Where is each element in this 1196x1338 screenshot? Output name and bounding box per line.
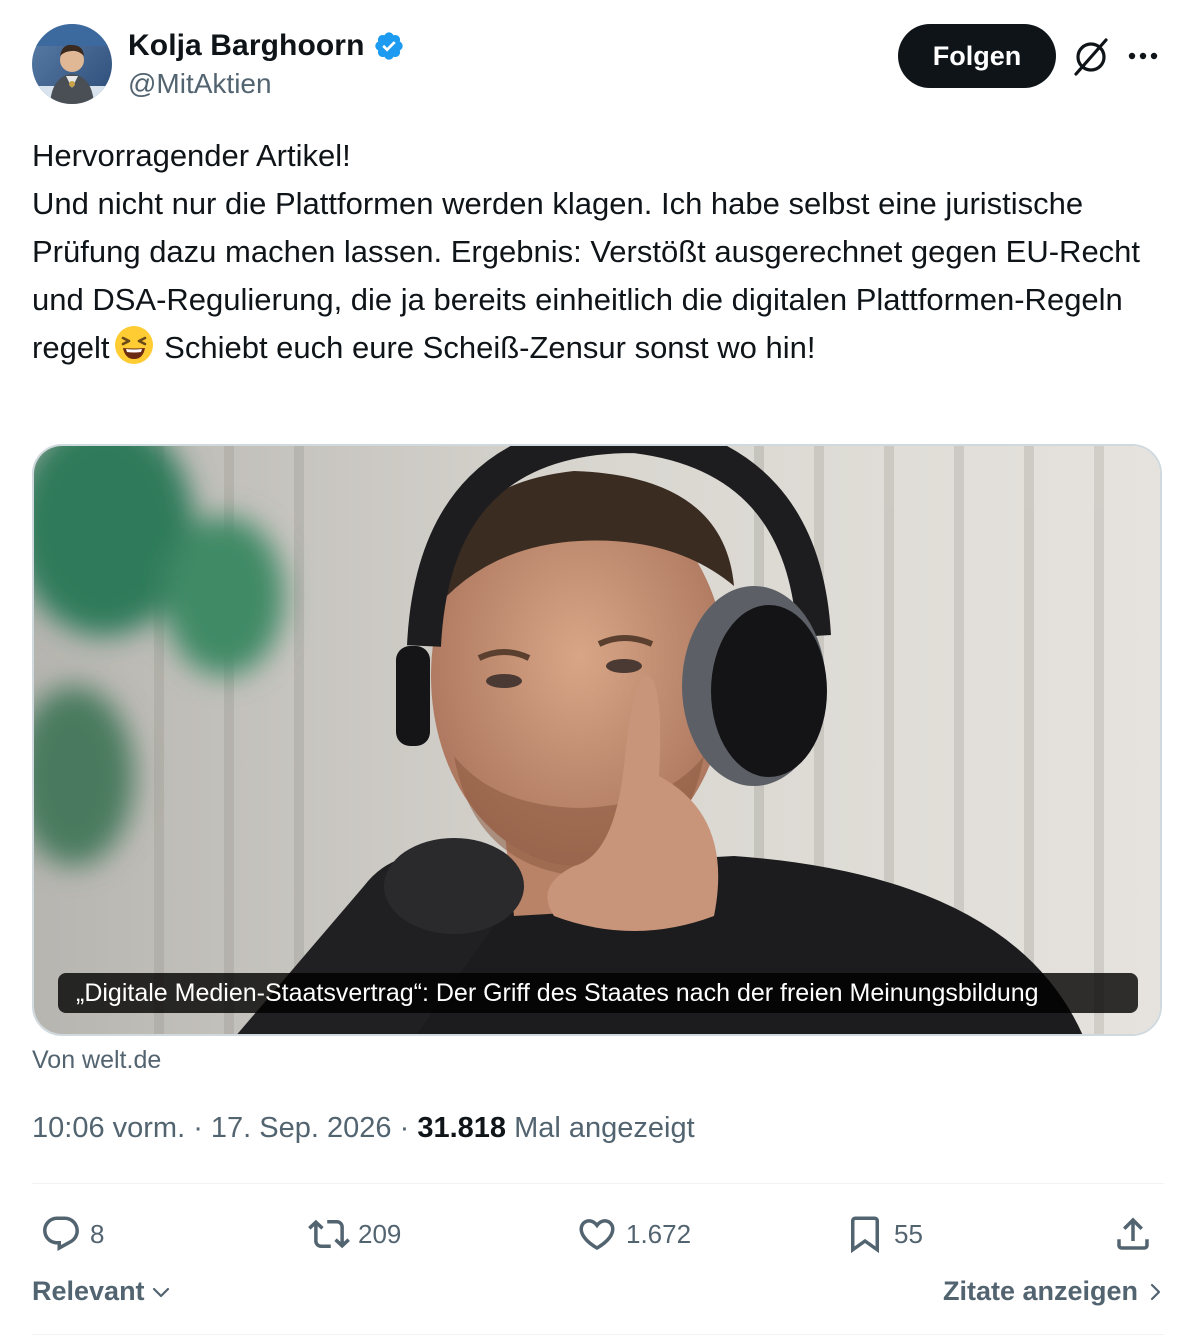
article-preview-image (34, 446, 1160, 1034)
reply-count: 8 (90, 1218, 105, 1249)
tweet-meta: 10:06 vorm. · 17. Sep. 2026 · 31.818 Mal… (32, 1112, 695, 1145)
tweet-line-2: Und nicht nur die Plattformen werden kla… (32, 180, 1172, 372)
meta-separator: · (185, 1112, 211, 1144)
grok-icon[interactable] (1070, 36, 1112, 78)
bookmark-icon (851, 1216, 879, 1254)
follow-button[interactable]: Folgen (898, 24, 1056, 88)
view-count-label: Mal angezeigt (506, 1112, 695, 1144)
bookmark-count: 55 (894, 1218, 923, 1249)
link-preview-card[interactable] (32, 444, 1162, 1036)
tweet-time[interactable]: 10:06 vorm. (32, 1112, 185, 1144)
view-count: 31.818 (417, 1112, 507, 1144)
card-title-overlay[interactable]: „Digitale Medien-Staatsvertrag“: Der Gri… (58, 973, 1138, 1013)
card-source[interactable]: Von welt.de (32, 1046, 161, 1075)
share-button[interactable] (1112, 1208, 1154, 1260)
like-count: 1.672 (626, 1218, 692, 1249)
meta-separator: · (391, 1112, 418, 1144)
divider (32, 1183, 1164, 1184)
reply-button[interactable]: 8 (40, 1208, 104, 1260)
chevron-down-icon (152, 1287, 169, 1297)
author-handle[interactable]: @MitAktien (128, 68, 272, 100)
laughing-face-emoji-icon (114, 326, 153, 364)
view-quotes-label: Zitate anzeigen (942, 1276, 1138, 1306)
reply-icon (43, 1216, 79, 1251)
verified-badge-icon (374, 32, 403, 60)
repost-icon (308, 1219, 350, 1249)
share-icon (1117, 1217, 1149, 1250)
tweet-text: Hervorragender Artikel! Und nicht nur di… (32, 132, 1172, 372)
heart-icon (579, 1219, 615, 1251)
sort-replies-dropdown[interactable]: Relevant (32, 1276, 173, 1307)
tweet-line-1: Hervorragender Artikel! (32, 138, 351, 173)
tweet-date[interactable]: 17. Sep. 2026 (211, 1112, 392, 1144)
author-avatar[interactable] (32, 24, 112, 104)
more-options-icon[interactable] (1116, 40, 1168, 72)
bookmark-button[interactable]: 55 (844, 1208, 923, 1260)
author-name-row[interactable]: Kolja Barghoorn (128, 26, 405, 66)
tweet-body-part-2: Schiebt euch eure Scheiß-Zensur sonst wo… (155, 330, 816, 365)
avatar-photo (32, 24, 112, 104)
like-button[interactable]: 1.672 (576, 1208, 691, 1260)
sort-label: Relevant (32, 1276, 145, 1306)
chevron-right-icon (1150, 1283, 1161, 1300)
divider (32, 1334, 1164, 1335)
repost-count: 209 (358, 1218, 402, 1249)
view-quotes-link[interactable]: Zitate anzeigen (943, 1276, 1166, 1307)
author-display-name[interactable]: Kolja Barghoorn (128, 29, 365, 63)
repost-button[interactable]: 209 (308, 1208, 401, 1260)
